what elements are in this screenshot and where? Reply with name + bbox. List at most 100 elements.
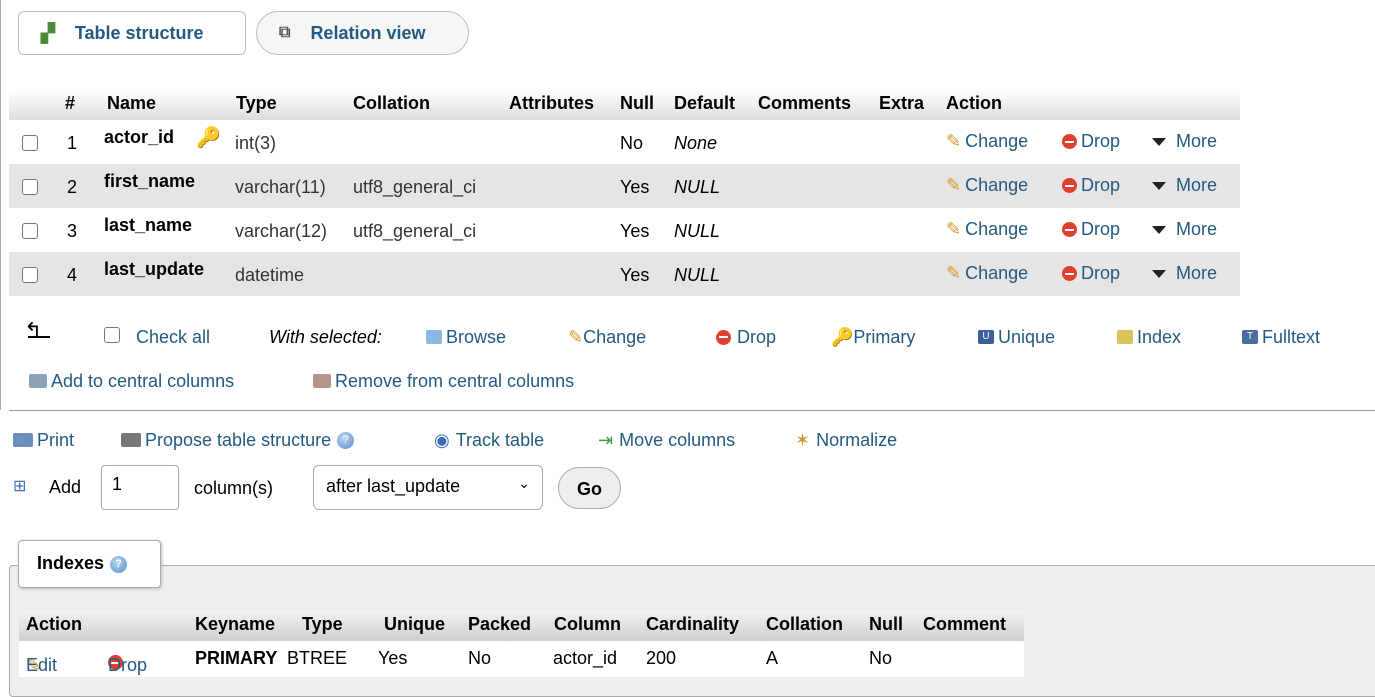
header-type: Type: [236, 93, 277, 113]
change-button[interactable]: ✎ Change: [946, 219, 1028, 240]
check-all-label[interactable]: Check all: [136, 324, 210, 350]
unique-label: Unique: [998, 326, 1056, 347]
row-checkbox[interactable]: [22, 135, 38, 151]
row-checkbox[interactable]: [22, 267, 38, 283]
indexes-title: Indexes: [37, 553, 105, 573]
drop-button[interactable]: Drop: [1062, 175, 1120, 196]
index-keyname: PRIMARY: [195, 648, 278, 668]
pencil-icon: ✎: [946, 131, 962, 151]
drop-icon: [1062, 222, 1077, 237]
column-name[interactable]: last_name: [104, 215, 192, 236]
index-button[interactable]: Index: [1117, 324, 1181, 350]
central-columns-icon: [313, 374, 331, 388]
add-column-icon: ⊞: [13, 478, 27, 495]
check-all-checkbox[interactable]: [104, 327, 120, 343]
column-default: NULL: [674, 221, 721, 241]
track-table-button[interactable]: ◉ Track table: [434, 428, 544, 452]
change-label: Change: [965, 263, 1029, 283]
unique-button[interactable]: U Unique: [978, 324, 1055, 350]
help-icon[interactable]: ?: [110, 555, 128, 573]
idx-header-keyname: Keyname: [195, 614, 276, 634]
change-button[interactable]: ✎ Change: [946, 263, 1028, 284]
move-columns-button[interactable]: ⇥ Move columns: [598, 428, 735, 452]
fulltext-button[interactable]: T Fulltext: [1242, 324, 1320, 350]
column-null: Yes: [620, 221, 650, 241]
row-checkbox[interactable]: [22, 223, 38, 239]
column-null: Yes: [620, 177, 650, 197]
more-button[interactable]: More: [1152, 131, 1217, 152]
table-row: 3 last_name varchar(12) utf8_general_ci …: [9, 208, 1240, 252]
row-num: 1: [67, 133, 78, 153]
propose-structure-button[interactable]: Propose table structure?: [121, 428, 355, 452]
print-button[interactable]: Print: [13, 428, 74, 452]
return-arrow-line: [28, 336, 50, 338]
change-label: Change: [965, 131, 1029, 151]
drop-selected-button[interactable]: Drop: [716, 324, 776, 350]
edit-label: Edit: [26, 655, 58, 675]
more-button[interactable]: More: [1152, 263, 1217, 284]
browse-label: Browse: [446, 326, 507, 347]
more-button[interactable]: More: [1152, 175, 1217, 196]
index-label: Index: [1137, 326, 1182, 347]
header-comments: Comments: [758, 93, 852, 113]
structure-table-header: # Name Type Collation Attributes Null De…: [9, 90, 1240, 120]
track-label: Track table: [455, 429, 545, 450]
column-type: datetime: [235, 265, 305, 285]
browse-button[interactable]: Browse: [426, 324, 506, 350]
change-selected-button[interactable]: ✎ Change: [568, 324, 646, 350]
help-icon[interactable]: ?: [337, 431, 355, 449]
normalize-icon: ✶: [795, 429, 811, 450]
normalize-button[interactable]: ✶ Normalize: [795, 428, 897, 452]
drop-label: Drop: [737, 326, 777, 347]
change-button[interactable]: ✎ Change: [946, 175, 1028, 196]
row-num: 4: [67, 265, 78, 285]
idx-header-action: Action: [26, 614, 82, 634]
go-button[interactable]: Go: [558, 467, 621, 509]
more-triangle-icon: [1152, 269, 1166, 278]
index-cardinality: 200: [646, 648, 677, 668]
move-icon: ⇥: [598, 429, 614, 450]
header-collation: Collation: [353, 93, 430, 113]
column-type: varchar(12): [235, 221, 328, 241]
move-label: Move columns: [619, 429, 736, 450]
add-central-columns-button[interactable]: Add to central columns: [29, 368, 234, 394]
remove-central-columns-button[interactable]: Remove from central columns: [313, 368, 574, 394]
column-null: No: [620, 133, 644, 153]
drop-button[interactable]: Drop: [1062, 131, 1120, 152]
header-attributes: Attributes: [509, 93, 594, 113]
column-name[interactable]: last_update: [104, 259, 204, 280]
table-row: 1 actor_id 🔑 int(3) No None ✎ Change Drop…: [9, 120, 1240, 164]
column-name[interactable]: actor_id: [104, 127, 174, 148]
drop-icon: [1062, 178, 1077, 193]
idx-header-cardinality: Cardinality: [646, 614, 740, 634]
tab-relation-view[interactable]: ⧉ Relation view: [256, 11, 469, 55]
eye-icon: ◉: [434, 429, 450, 450]
columns-unit-label: column(s): [194, 478, 274, 498]
drop-button[interactable]: Drop: [1062, 219, 1120, 240]
change-button[interactable]: ✎ Change: [946, 131, 1028, 152]
drop-icon: [1062, 134, 1077, 149]
primary-button[interactable]: 🔑 Primary: [831, 324, 915, 350]
change-label: Change: [583, 326, 647, 347]
drop-icon: [1062, 266, 1077, 281]
column-name[interactable]: first_name: [104, 171, 195, 192]
index-null: No: [869, 648, 893, 668]
header-num: #: [65, 93, 76, 113]
more-button[interactable]: More: [1152, 219, 1217, 240]
column-position-select[interactable]: after last_update ⌄: [313, 465, 543, 510]
column-collation: utf8_general_ci: [353, 177, 477, 197]
index-icon: [1117, 330, 1133, 344]
tab-table-structure[interactable]: ▞ Table structure: [18, 11, 246, 55]
column-default: None: [674, 133, 718, 153]
fulltext-icon: T: [1242, 330, 1258, 344]
drop-button[interactable]: Drop: [1062, 263, 1120, 284]
change-label: Change: [965, 175, 1029, 195]
more-label: More: [1176, 219, 1218, 239]
print-icon: [13, 433, 33, 447]
add-column-count-input[interactable]: 1: [101, 465, 179, 510]
column-position-value: after last_update: [326, 476, 461, 496]
print-label: Print: [37, 429, 75, 450]
row-checkbox[interactable]: [22, 179, 38, 195]
tab-relation-view-label: Relation view: [310, 22, 426, 43]
tab-table-structure-label: Table structure: [74, 22, 204, 43]
